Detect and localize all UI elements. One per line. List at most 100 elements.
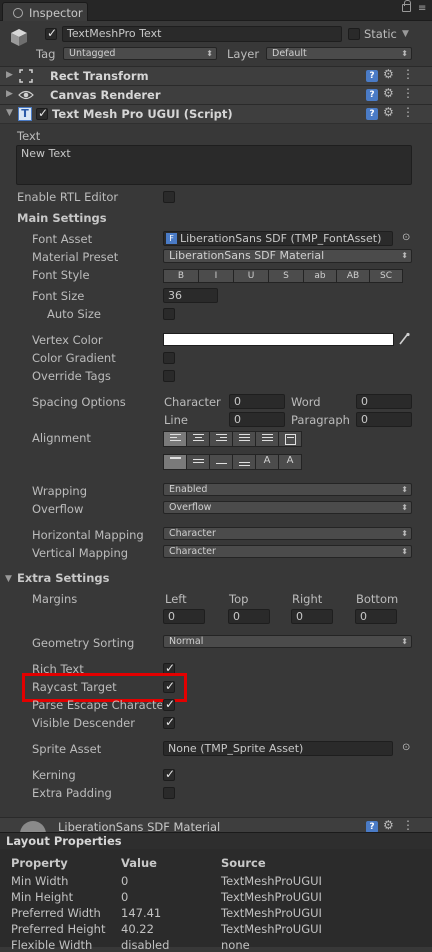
row-flexible-width-value: disabled: [121, 938, 170, 952]
horizontal-mapping-dropdown[interactable]: Character: [163, 527, 412, 540]
align-bottom-button[interactable]: [209, 454, 233, 470]
material-preset-label: Material Preset: [32, 250, 119, 264]
static-dropdown-icon[interactable]: ▼: [402, 29, 409, 39]
text-input[interactable]: New Text: [16, 145, 412, 185]
visible-descender-checkbox[interactable]: [163, 715, 175, 729]
rtl-checkbox[interactable]: [163, 191, 175, 203]
help-icon[interactable]: ?: [366, 89, 378, 101]
active-checkbox[interactable]: [45, 26, 57, 40]
info-icon: [13, 8, 23, 18]
layout-properties-header[interactable]: Layout Properties: [0, 832, 432, 850]
word-spacing-field[interactable]: 0: [356, 394, 412, 409]
align-geometry-center-button[interactable]: [278, 431, 302, 447]
underline-button[interactable]: U: [233, 269, 269, 283]
static-label: Static: [364, 27, 397, 41]
layout-properties-title: Layout Properties: [6, 834, 122, 848]
gear-icon[interactable]: ⚙: [383, 818, 394, 832]
font-asset-value: LiberationSans SDF (TMP_FontAsset): [180, 232, 382, 245]
override-tags-checkbox[interactable]: [163, 370, 175, 382]
font-asset-label: Font Asset: [32, 232, 93, 246]
bold-button[interactable]: B: [163, 269, 199, 283]
eyedropper-icon[interactable]: [398, 332, 410, 349]
vertex-color-swatch[interactable]: [163, 333, 394, 346]
sprite-object-picker-icon[interactable]: ⊙: [402, 742, 410, 753]
row-flexible-width-property: Flexible Width: [11, 938, 93, 952]
align-left-button[interactable]: [163, 431, 187, 447]
tab-inspector[interactable]: Inspector: [2, 2, 88, 21]
geometry-sorting-label: Geometry Sorting: [32, 636, 135, 650]
align-baseline-button[interactable]: [232, 454, 256, 470]
auto-size-checkbox[interactable]: [163, 308, 175, 320]
uppercase-button[interactable]: AB: [336, 269, 370, 283]
material-preset-dropdown[interactable]: LiberationSans SDF Material: [163, 249, 412, 263]
font-size-field[interactable]: 36: [163, 288, 218, 303]
margin-bottom-field[interactable]: 0: [355, 609, 397, 624]
col-source-header: Source: [221, 856, 266, 870]
margin-left-field[interactable]: 0: [163, 609, 205, 624]
tag-dropdown[interactable]: Untagged: [63, 47, 217, 60]
line-spacing-field[interactable]: 0: [229, 412, 285, 427]
align-left-icon: [169, 434, 181, 441]
row-min-height-value: 0: [121, 890, 129, 904]
overflow-dropdown[interactable]: Overflow: [163, 501, 412, 514]
geometry-sorting-dropdown[interactable]: Normal: [163, 635, 412, 648]
horizontal-alignment-buttons: [163, 431, 302, 447]
lowercase-button[interactable]: ab: [303, 269, 337, 283]
smallcaps-button[interactable]: SC: [369, 269, 403, 283]
gear-icon[interactable]: ⚙: [383, 67, 394, 81]
more-icon[interactable]: ⋮: [402, 86, 414, 100]
more-icon[interactable]: ⋮: [402, 67, 414, 81]
row-preferred-width-property: Preferred Width: [11, 906, 101, 920]
lock-icon[interactable]: [402, 0, 411, 12]
parse-escape-checkbox[interactable]: [163, 697, 175, 711]
font-asset-field[interactable]: F LiberationSans SDF (TMP_FontAsset): [163, 231, 393, 246]
more-icon[interactable]: ⋮: [402, 818, 414, 832]
gear-icon[interactable]: ⚙: [383, 86, 394, 100]
align-right-icon: [215, 434, 227, 441]
margin-top-field[interactable]: 0: [228, 609, 270, 624]
sprite-asset-field[interactable]: None (TMP_Sprite Asset): [163, 741, 393, 756]
margin-right-field[interactable]: 0: [291, 609, 333, 624]
wrapping-dropdown[interactable]: Enabled: [163, 483, 412, 496]
menu-icon[interactable]: ≡: [418, 3, 426, 14]
help-icon[interactable]: ?: [366, 70, 378, 82]
align-top-button[interactable]: [163, 454, 187, 470]
more-icon[interactable]: ⋮: [402, 105, 414, 119]
color-gradient-label: Color Gradient: [32, 351, 116, 365]
align-midline-button[interactable]: A: [255, 454, 279, 470]
align-middle-button[interactable]: [186, 454, 210, 470]
align-middle-icon: [192, 459, 204, 463]
align-center-button[interactable]: [186, 431, 210, 447]
paragraph-spacing-field[interactable]: 0: [356, 412, 412, 427]
tmp-component-header[interactable]: ▼ T Text Mesh Pro UGUI (Script) ? ⚙ ⋮: [0, 104, 432, 124]
row-preferred-height-source: TextMeshProUGUI: [221, 922, 322, 936]
foldout-open-icon[interactable]: ▼: [6, 108, 13, 118]
align-right-button[interactable]: [209, 431, 233, 447]
static-checkbox[interactable]: [348, 28, 360, 40]
align-flush-button[interactable]: [255, 431, 279, 447]
gameobject-name-field[interactable]: TextMeshPro Text: [62, 26, 342, 42]
object-picker-icon[interactable]: ⊙: [402, 232, 410, 243]
extra-settings-foldout-icon[interactable]: ▼: [5, 574, 12, 584]
eye-icon: [18, 88, 34, 102]
extra-padding-checkbox[interactable]: [163, 787, 175, 799]
layer-dropdown[interactable]: Default: [266, 47, 412, 60]
italic-button[interactable]: I: [198, 269, 234, 283]
vertical-mapping-dropdown[interactable]: Character: [163, 545, 412, 558]
gear-icon[interactable]: ⚙: [383, 105, 394, 119]
help-icon[interactable]: ?: [366, 108, 378, 120]
tmp-enabled-checkbox[interactable]: [36, 106, 48, 120]
foldout-icon[interactable]: ▶: [6, 89, 13, 99]
auto-size-label: Auto Size: [47, 307, 101, 321]
color-gradient-checkbox[interactable]: [163, 352, 175, 364]
material-header[interactable]: LiberationSans SDF Material ? ⚙ ⋮: [0, 817, 432, 833]
align-capline-button[interactable]: A: [278, 454, 302, 470]
strikethrough-button[interactable]: S: [268, 269, 304, 283]
character-spacing-field[interactable]: 0: [229, 394, 285, 409]
rect-transform-icon: [19, 69, 33, 83]
foldout-icon[interactable]: ▶: [6, 70, 13, 80]
kerning-checkbox[interactable]: [163, 767, 175, 781]
canvas-renderer-header[interactable]: ▶ Canvas Renderer ? ⚙ ⋮: [0, 85, 432, 105]
rect-transform-header[interactable]: ▶ Rect Transform ? ⚙ ⋮: [0, 66, 432, 86]
align-justified-button[interactable]: [232, 431, 256, 447]
